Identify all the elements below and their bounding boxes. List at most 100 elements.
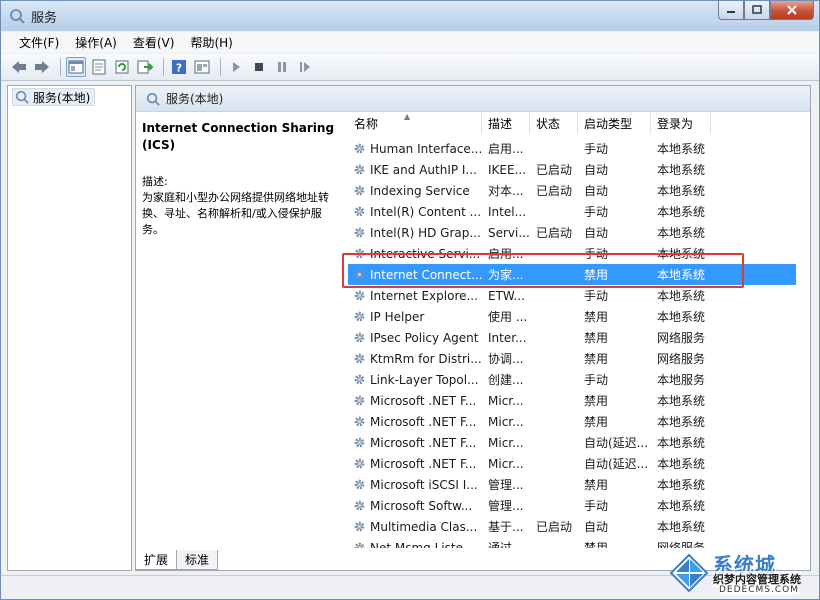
service-status-cell: 已启动 <box>536 520 573 534</box>
service-desc-cell: 使用 ... <box>488 310 528 324</box>
maximize-icon <box>752 5 762 14</box>
gear-icon <box>348 204 368 219</box>
restart-icon <box>300 62 310 72</box>
table-row[interactable]: Human Interface... 启用... 手动 本地系统 <box>348 138 796 159</box>
table-row[interactable]: Link-Layer Topol... 创建... 手动 本地服务 <box>348 369 796 390</box>
service-logon-cell: 本地系统 <box>657 415 706 429</box>
table-row[interactable]: Multimedia Clas... 基于... 已启动 自动 本地系统 <box>348 516 796 537</box>
gear-icon <box>348 540 368 548</box>
description-label: 描述: <box>142 175 168 188</box>
tree-item-label: 服务(本地) <box>33 90 91 105</box>
menu-view[interactable]: 查看(V) <box>125 34 183 51</box>
gear-icon <box>348 351 368 366</box>
service-startup-cell: 禁用 <box>584 415 609 429</box>
services-window: 服务 文件(F) 操作(A) 查看(V) 帮助(H) ? 服务(本地) 服务(本… <box>0 0 820 600</box>
toolbar-separator <box>60 58 61 76</box>
table-row[interactable]: IP Helper 使用 ... 禁用 本地系统 <box>348 306 796 327</box>
service-desc-cell: 创建... <box>488 373 524 387</box>
help-icon: ? <box>172 60 186 75</box>
table-row[interactable]: Intel(R) HD Grap... Servi... 已启动 自动 本地系统 <box>348 222 796 243</box>
table-row[interactable]: Microsoft .NET F... Micr... 自动(延迟... 本地系统 <box>348 432 796 453</box>
service-description-panel: Internet Connection Sharing (ICS) 描述: 为家… <box>142 120 342 238</box>
service-logon-cell: 网络服务 <box>657 331 706 345</box>
view-button[interactable] <box>192 57 212 77</box>
show-tree-icon <box>68 60 84 74</box>
service-name-cell: Microsoft .NET F... <box>370 393 477 408</box>
sort-arrow-icon: ▲ <box>404 112 411 121</box>
table-row[interactable]: Indexing Service 对本... 已启动 自动 本地系统 <box>348 180 796 201</box>
menu-file[interactable]: 文件(F) <box>11 34 67 51</box>
title-bar[interactable]: 服务 <box>1 1 819 31</box>
help-button[interactable]: ? <box>169 57 189 77</box>
table-row[interactable]: Microsoft Softw... 管理... 手动 本地系统 <box>348 495 796 516</box>
service-desc-cell: Inter... <box>488 330 527 345</box>
export-icon <box>137 60 153 74</box>
tree-item-services-local[interactable]: 服务(本地) <box>12 88 96 106</box>
service-startup-cell: 手动 <box>584 142 609 156</box>
gear-icon <box>348 435 368 450</box>
stop-service-button[interactable] <box>249 57 269 77</box>
table-row[interactable]: IPsec Policy Agent Inter... 禁用 网络服务 <box>348 327 796 348</box>
gear-icon <box>348 141 368 156</box>
column-logon-label: 登录为 <box>657 116 694 131</box>
service-status-cell: 已启动 <box>536 226 573 240</box>
column-header-status[interactable]: 状态 <box>530 112 578 134</box>
refresh-button[interactable] <box>112 57 132 77</box>
column-header-startup-type[interactable]: 启动类型 <box>578 112 651 134</box>
forward-button[interactable] <box>32 57 52 77</box>
service-startup-cell: 手动 <box>584 499 609 513</box>
restart-service-button[interactable] <box>295 57 315 77</box>
export-button[interactable] <box>135 57 155 77</box>
column-desc-label: 描述 <box>488 116 513 131</box>
description-text: 为家庭和小型办公网络提供网络地址转换、寻址、名称解析和/或入侵保护服务。 <box>142 191 329 236</box>
table-row[interactable]: IKE and AuthIP I... IKEE... 已启动 自动 本地系统 <box>348 159 796 180</box>
service-desc-cell: ETW... <box>488 288 525 303</box>
pause-service-button[interactable] <box>272 57 292 77</box>
service-desc-cell: Micr... <box>488 393 524 408</box>
menu-action[interactable]: 操作(A) <box>67 34 125 51</box>
table-row[interactable]: Microsoft iSCSI I... 管理... 禁用 本地系统 <box>348 474 796 495</box>
table-row[interactable]: Microsoft .NET F... Micr... 禁用 本地系统 <box>348 411 796 432</box>
minimize-button[interactable] <box>718 1 744 20</box>
column-header-name[interactable]: ▲ 名称 <box>348 112 482 134</box>
column-startup-label: 启动类型 <box>584 116 633 131</box>
properties-button[interactable] <box>89 57 109 77</box>
service-startup-cell: 禁用 <box>584 310 609 324</box>
service-startup-cell: 自动(延迟... <box>584 436 649 450</box>
service-logon-cell: 本地服务 <box>657 373 706 387</box>
back-button[interactable] <box>9 57 29 77</box>
forward-icon <box>35 61 49 73</box>
column-header-logon-as[interactable]: 登录为 <box>651 112 711 134</box>
close-button[interactable] <box>770 1 814 20</box>
service-logon-cell: 本地系统 <box>657 520 706 534</box>
watermark-url: DEDECMS.COM <box>719 585 799 595</box>
column-header-description[interactable]: 描述 <box>482 112 530 134</box>
service-rows: Human Interface... 启用... 手动 本地系统 IKE and Aut… <box>348 138 796 548</box>
start-service-button[interactable] <box>226 57 246 77</box>
service-name-cell: Intel(R) HD Grap... <box>370 225 481 240</box>
service-name-cell: Microsoft Softw... <box>370 498 473 513</box>
back-icon <box>12 61 26 73</box>
toolbar-separator <box>163 58 164 76</box>
pane-header: 服务(本地) <box>136 86 810 112</box>
service-name-cell: KtmRm for Distri... <box>370 351 482 366</box>
show-tree-button[interactable] <box>66 57 86 77</box>
toolbar: ? <box>1 54 819 81</box>
tab-extended[interactable]: 扩展 <box>135 550 178 570</box>
maximize-button[interactable] <box>744 1 770 20</box>
service-logon-cell: 本地系统 <box>657 310 706 324</box>
table-row[interactable]: KtmRm for Distri... 协调... 禁用 网络服务 <box>348 348 796 369</box>
table-row[interactable]: Intel(R) Content ... Intel... 手动 本地系统 <box>348 201 796 222</box>
services-icon <box>10 9 25 24</box>
table-row[interactable]: Internet Explore... ETW... 手动 本地系统 <box>348 285 796 306</box>
tab-standard[interactable]: 标准 <box>176 550 219 570</box>
table-row[interactable]: Microsoft .NET F... Micr... 禁用 本地系统 <box>348 390 796 411</box>
table-row[interactable]: Microsoft .NET F... Micr... 自动(延迟... 本地系统 <box>348 453 796 474</box>
service-desc-cell: 基于... <box>488 520 524 534</box>
column-name-label: 名称 <box>354 116 379 131</box>
gear-icon <box>348 393 368 408</box>
menu-help[interactable]: 帮助(H) <box>182 34 240 51</box>
service-logon-cell: 本地系统 <box>657 142 706 156</box>
service-startup-cell: 自动(延迟... <box>584 457 649 471</box>
pane-title: 服务(本地) <box>166 92 224 106</box>
